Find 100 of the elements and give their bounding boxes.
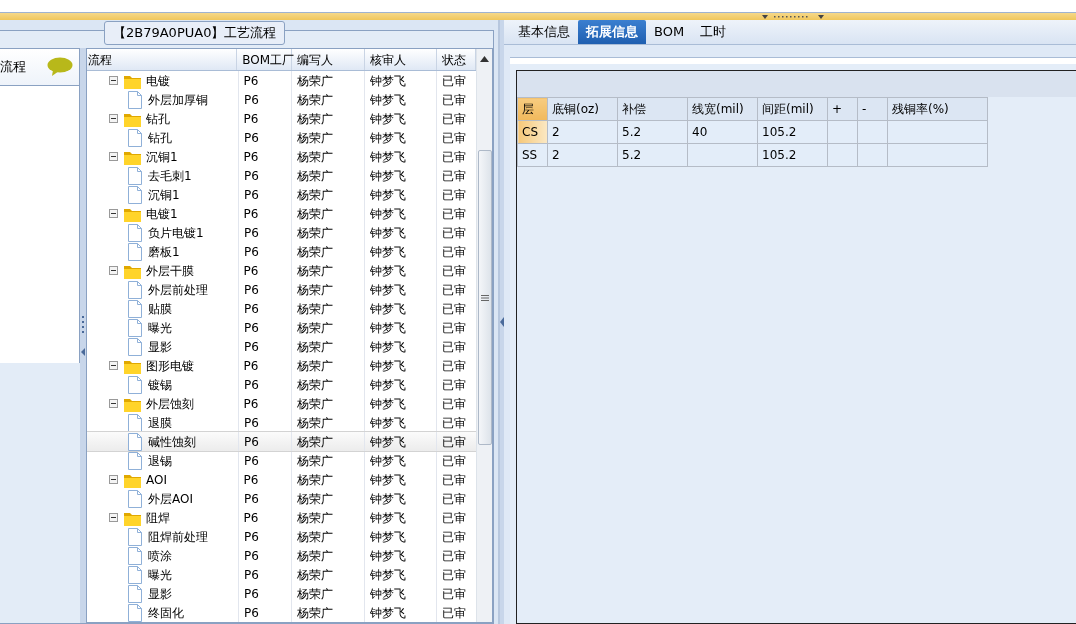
tree-row[interactable]: 沉铜1 P6 杨荣广 钟梦飞 已审 [87,185,476,204]
column-header[interactable]: - [857,97,888,121]
column-header[interactable]: 流程 [87,50,112,69]
tree-row[interactable]: 终固化 P6 杨荣广 钟梦飞 已审 [87,603,476,622]
tree-row[interactable]: 贴膜 P6 杨荣广 钟梦飞 已审 [87,299,476,318]
table-cell-text: 已审 [442,319,467,337]
tab[interactable]: 拓展信息 [578,20,646,44]
file-icon [127,584,143,603]
table-cell-text: 杨荣广 [297,319,334,337]
collapse-toggle-icon[interactable] [109,513,118,522]
collapse-arrow-icon[interactable] [500,317,504,327]
column-header[interactable]: + [827,97,858,121]
table-cell-text: 杨荣广 [296,205,333,223]
tree-row[interactable]: 电镀1 P6 杨荣广 钟梦飞 已审 [87,204,476,223]
tree-row[interactable]: 钻孔 P6 杨荣广 钟梦飞 已审 [87,128,476,147]
tree-row[interactable]: 曝光 P6 杨荣广 钟梦飞 已审 [87,565,476,584]
tree-item-label: 镀锡 [148,376,172,394]
table-cell-text: P6 [243,490,259,508]
column-header[interactable]: 编写人 [297,50,334,69]
collapse-toggle-icon[interactable] [109,114,118,123]
table-cell-text: 已审 [442,243,467,261]
scrollbar-thumb[interactable] [477,150,492,445]
tree-row[interactable]: 沉铜1 P6 杨荣广 钟梦飞 已审 [87,147,476,166]
collapse-toggle-icon[interactable] [109,475,118,484]
tab[interactable]: BOM [646,20,693,44]
column-header[interactable]: 底铜(oz) [547,97,618,121]
table-cell-text: 钟梦飞 [369,224,406,242]
column-header[interactable]: 状态 [442,50,467,69]
row-header[interactable]: SS [517,143,548,167]
collapse-arrow-icon[interactable] [81,315,85,356]
tree-item-label: 磨板1 [148,243,180,261]
column-header[interactable]: 残铜率(%) [887,97,988,121]
table-cell-text: 杨荣广 [297,604,334,622]
tree-row[interactable]: 图形电镀 P6 杨荣广 钟梦飞 已审 [87,356,476,375]
tree-item-label: 阻焊前处理 [148,528,208,546]
column-header[interactable]: 核审人 [369,50,406,69]
collapse-toggle-icon[interactable] [109,209,118,218]
tree-row[interactable]: 显影 P6 杨荣广 钟梦飞 已审 [87,337,476,356]
tree-item-label: 阻焊 [146,509,170,527]
splitter-grip-icon[interactable] [762,13,824,20]
collapse-toggle-icon[interactable] [109,266,118,275]
table-cell-text: 已审 [442,585,467,603]
tree-row[interactable]: 外层前处理 P6 杨荣广 钟梦飞 已审 [87,280,476,299]
tree-row[interactable]: 阻焊 P6 杨荣广 钟梦飞 已审 [87,508,476,527]
tree-row[interactable]: 钻孔 P6 杨荣广 钟梦飞 已审 [87,109,476,128]
file-icon [127,565,143,584]
collapse-toggle-icon[interactable] [109,361,118,370]
tree-row[interactable]: AOI P6 杨荣广 钟梦飞 已审 [87,470,476,489]
collapse-toggle-icon[interactable] [109,399,118,408]
table-cell-text: 杨荣广 [296,395,333,413]
table-cell-text: 杨荣广 [297,338,334,356]
column-header[interactable]: 层 [517,97,548,121]
tree-row[interactable]: 外层蚀刻 P6 杨荣广 钟梦飞 已审 [87,394,476,413]
table-cell-text: 杨荣广 [297,452,334,470]
file-icon [127,451,143,470]
tree-row[interactable]: 阻焊前处理 P6 杨荣广 钟梦飞 已审 [87,527,476,546]
tree-row[interactable]: 喷涂 P6 杨荣广 钟梦飞 已审 [87,546,476,565]
file-icon [127,318,143,337]
tree-row[interactable]: 曝光 P6 杨荣广 钟梦飞 已审 [87,318,476,337]
tree-item-label: 外层前处理 [148,281,208,299]
file-icon [127,90,143,109]
table-cell-text: P6 [243,224,259,242]
tree-row[interactable]: 碱性蚀刻 P6 杨荣广 钟梦飞 已审 [87,432,476,451]
column-header[interactable]: 间距(mil) [757,97,828,121]
column-header[interactable]: 补偿 [617,97,688,121]
collapse-toggle-icon[interactable] [109,152,118,161]
tree-row[interactable]: 外层干膜 P6 杨荣广 钟梦飞 已审 [87,261,476,280]
tree-item-label: 沉铜1 [146,148,178,166]
tree-row[interactable]: 外层AOI P6 杨荣广 钟梦飞 已审 [87,489,476,508]
tree-row[interactable]: 显影 P6 杨荣广 钟梦飞 已审 [87,584,476,603]
tree-row[interactable]: 电镀 P6 杨荣广 钟梦飞 已审 [87,71,476,90]
table-cell-text: 杨荣广 [297,414,334,432]
scroll-up-arrow-icon[interactable] [480,56,489,62]
tab[interactable]: 基本信息 [510,20,578,44]
table-cell-text: 已审 [442,129,467,147]
tree-row[interactable]: 外层加厚铜 P6 杨荣广 钟梦飞 已审 [87,90,476,109]
table-cell-text: 钟梦飞 [369,110,406,128]
speech-bubble-icon [47,57,73,77]
table-cell-text: P6 [243,376,259,394]
column-header[interactable]: BOM工厂 [242,50,295,69]
table-cell-text: 已审 [442,148,467,166]
tree-item-label: 外层蚀刻 [146,395,194,413]
tab[interactable]: 工时 [692,20,735,44]
tree-row[interactable]: 退锡 P6 杨荣广 钟梦飞 已审 [87,451,476,470]
table-cell-text: 钟梦飞 [369,72,406,90]
table-cell-text: 已审 [442,281,467,299]
table-cell-text: 钟梦飞 [369,509,406,527]
tree-item-label: 钻孔 [146,110,170,128]
tree-row[interactable]: 去毛刺1 P6 杨荣广 钟梦飞 已审 [87,166,476,185]
tree-row[interactable]: 磨板1 P6 杨荣广 钟梦飞 已审 [87,242,476,261]
collapse-toggle-icon[interactable] [109,76,118,85]
tree-row[interactable]: 负片电镀1 P6 杨荣广 钟梦飞 已审 [87,223,476,242]
tree-row[interactable]: 镀锡 P6 杨荣广 钟梦飞 已审 [87,375,476,394]
row-header[interactable]: CS [517,120,548,144]
side-panel-header[interactable]: 流程 [0,48,80,86]
table-cell-text: 杨荣广 [296,110,333,128]
tree-item-label: 电镀 [146,72,170,90]
table-cell-text: P6 [243,319,259,337]
column-header[interactable]: 线宽(mil) [687,97,758,121]
table-cell-text: 已审 [442,509,467,527]
